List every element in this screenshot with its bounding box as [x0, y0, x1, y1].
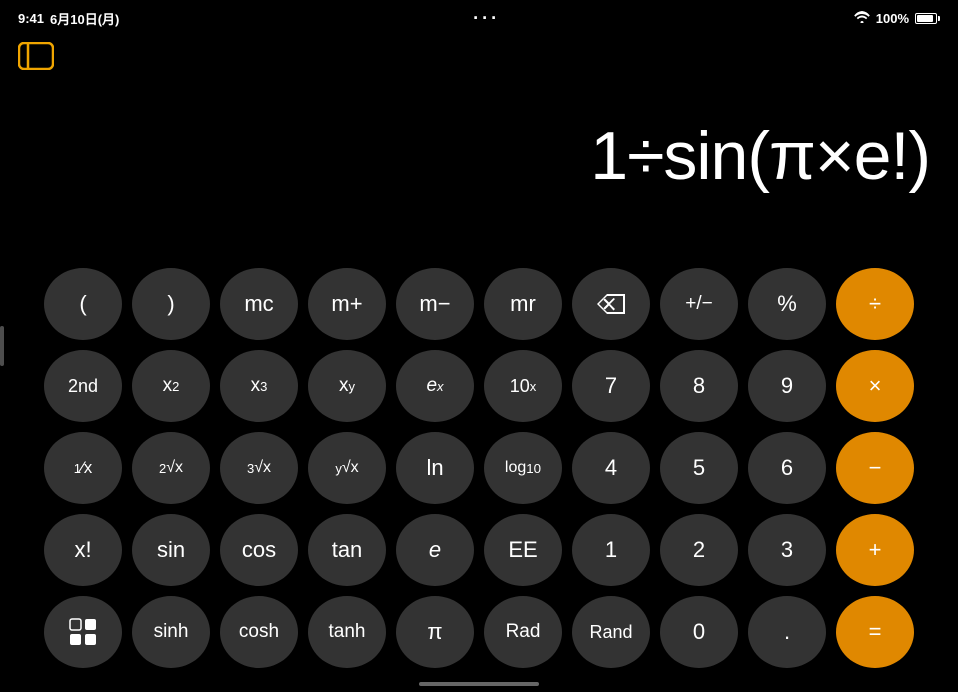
backspace-button[interactable] [572, 268, 650, 340]
dots: ··· [473, 8, 500, 29]
ln-button[interactable]: ln [396, 432, 474, 504]
six-button[interactable]: 6 [748, 432, 826, 504]
button-row-5: sinh cosh tanh π Rad Rand 0 . = [12, 596, 946, 668]
button-row-3: 1⁄x 2√x 3√x y√x ln log10 4 5 6 − [12, 432, 946, 504]
sqrt2-button[interactable]: 2√x [132, 432, 210, 504]
status-right: 100% [854, 11, 940, 26]
status-center: ··· [473, 8, 500, 29]
open-paren-button[interactable]: ( [44, 268, 122, 340]
divide-button[interactable]: ÷ [836, 268, 914, 340]
plus-button[interactable]: + [836, 514, 914, 586]
close-paren-button[interactable]: ) [132, 268, 210, 340]
memory-add-button[interactable]: m+ [308, 268, 386, 340]
square-button[interactable]: x2 [132, 350, 210, 422]
home-indicator [419, 682, 539, 686]
status-left: 9:41 6月10日(月) [18, 9, 119, 28]
second-button[interactable]: 2nd [44, 350, 122, 422]
cosh-button[interactable]: cosh [220, 596, 298, 668]
calculator-mode-button[interactable] [44, 596, 122, 668]
factorial-button[interactable]: x! [44, 514, 122, 586]
decimal-button[interactable]: . [748, 596, 826, 668]
battery-icon [915, 13, 940, 24]
percent-button[interactable]: % [748, 268, 826, 340]
status-bar: 9:41 6月10日(月) ··· 100% [0, 0, 958, 36]
wifi-icon [854, 11, 870, 26]
seven-button[interactable]: 7 [572, 350, 650, 422]
nine-button[interactable]: 9 [748, 350, 826, 422]
multiply-button[interactable]: × [836, 350, 914, 422]
five-button[interactable]: 5 [660, 432, 738, 504]
memory-subtract-button[interactable]: m− [396, 268, 474, 340]
button-row-1: ( ) mc m+ m− mr +/− % ÷ [12, 268, 946, 340]
reciprocal-button[interactable]: 1⁄x [44, 432, 122, 504]
button-row-4: x! sin cos tan e EE 1 2 3 + [12, 514, 946, 586]
ten-power-button[interactable]: 10x [484, 350, 562, 422]
minus-button[interactable]: − [836, 432, 914, 504]
memory-recall-button[interactable]: mr [484, 268, 562, 340]
plus-minus-button[interactable]: +/− [660, 268, 738, 340]
zero-button[interactable]: 0 [660, 596, 738, 668]
cube-button[interactable]: x3 [220, 350, 298, 422]
time: 9:41 [18, 11, 44, 26]
ee-button[interactable]: EE [484, 514, 562, 586]
calculator-grid: ( ) mc m+ m− mr +/− % ÷ 2nd x2 x3 xy ex … [0, 268, 958, 668]
memory-clear-button[interactable]: mc [220, 268, 298, 340]
sin-button[interactable]: sin [132, 514, 210, 586]
rad-button[interactable]: Rad [484, 596, 562, 668]
battery-label: 100% [876, 11, 909, 26]
log10-button[interactable]: log10 [484, 432, 562, 504]
button-row-2: 2nd x2 x3 xy ex 10x 7 8 9 × [12, 350, 946, 422]
three-button[interactable]: 3 [748, 514, 826, 586]
power-y-button[interactable]: xy [308, 350, 386, 422]
sqrt3-button[interactable]: 3√x [220, 432, 298, 504]
display: 1÷sin(π×e!) [0, 80, 958, 200]
cos-button[interactable]: cos [220, 514, 298, 586]
eight-button[interactable]: 8 [660, 350, 738, 422]
tan-button[interactable]: tan [308, 514, 386, 586]
sinh-button[interactable]: sinh [132, 596, 210, 668]
e-power-button[interactable]: ex [396, 350, 474, 422]
euler-button[interactable]: e [396, 514, 474, 586]
two-button[interactable]: 2 [660, 514, 738, 586]
sidebar-toggle-button[interactable] [18, 42, 54, 70]
sqrt-y-button[interactable]: y√x [308, 432, 386, 504]
one-button[interactable]: 1 [572, 514, 650, 586]
tanh-button[interactable]: tanh [308, 596, 386, 668]
four-button[interactable]: 4 [572, 432, 650, 504]
rand-button[interactable]: Rand [572, 596, 650, 668]
display-expression: 1÷sin(π×e!) [590, 122, 930, 190]
date: 6月10日(月) [50, 9, 119, 28]
pi-button[interactable]: π [396, 596, 474, 668]
equals-button[interactable]: = [836, 596, 914, 668]
